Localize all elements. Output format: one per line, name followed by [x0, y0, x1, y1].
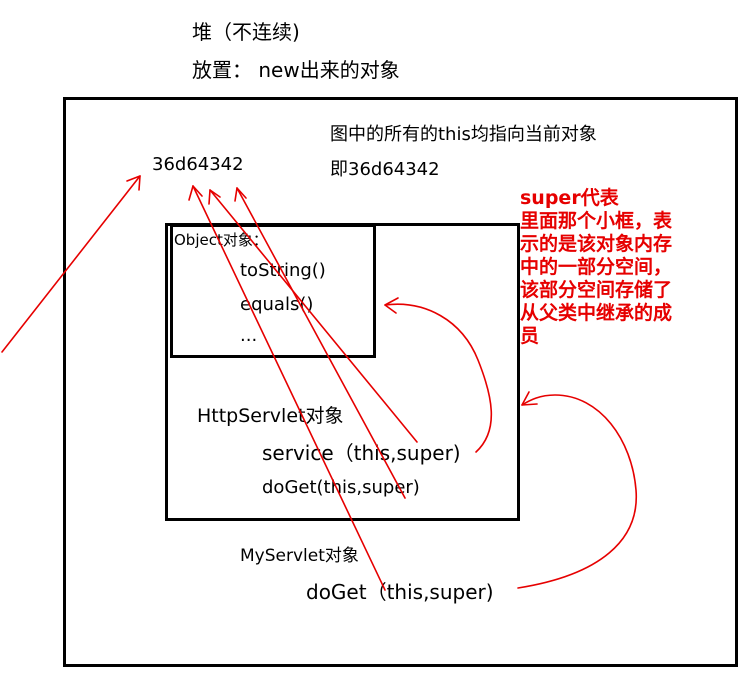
- this-note-line-2: 即36d64342: [330, 159, 440, 180]
- object-method: equals(): [240, 294, 314, 315]
- super-note-line: 该部分空间存储了: [520, 279, 673, 301]
- super-note-line: 中的一部分空间，: [520, 256, 673, 278]
- super-note-line: 里面那个小框，表: [520, 210, 673, 232]
- super-note-line: 示的是该对象内存: [520, 233, 673, 255]
- object-method: ...: [240, 325, 258, 346]
- httpservlet-title: HttpServlet对象: [197, 405, 344, 427]
- myservlet-title: MyServlet对象: [240, 546, 359, 566]
- super-note-line: 员: [520, 325, 540, 347]
- object-box-title: Object对象：: [174, 231, 268, 249]
- super-note-line: super代表: [520, 187, 619, 209]
- myservlet-method: doGet（this,super): [306, 580, 494, 604]
- httpservlet-method: service（this,super): [262, 441, 461, 465]
- object-method: toString(): [240, 260, 326, 281]
- httpservlet-method: doGet(this,super): [262, 477, 420, 498]
- this-note-line-1: 图中的所有的this均指向当前对象: [330, 124, 597, 145]
- heap-title: 堆（不连续): [192, 20, 300, 44]
- super-note-line: 从父类中继承的成: [520, 302, 673, 324]
- super-note: super代表 里面那个小框，表 示的是该对象内存 中的一部分空间， 该部分空间…: [520, 187, 672, 348]
- storage-description: 放置： new出来的对象: [192, 58, 400, 82]
- object-address: 36d64342: [152, 154, 244, 175]
